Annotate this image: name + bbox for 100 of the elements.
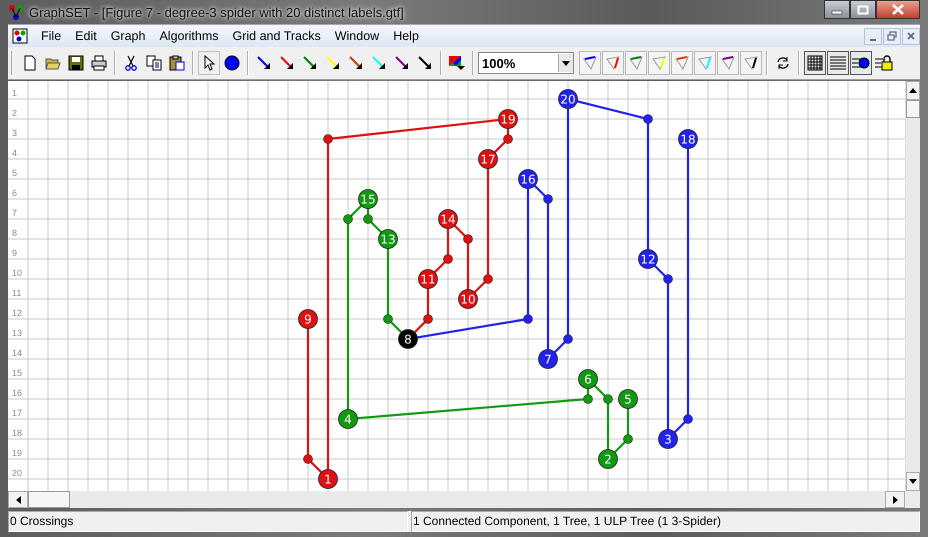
- close-icon: [891, 4, 905, 15]
- edge-segment[interactable]: [534, 184, 546, 197]
- maximize-icon: [857, 4, 869, 14]
- track-color-button[interactable]: [625, 51, 647, 75]
- row-number: 2: [12, 108, 18, 118]
- edge-segment[interactable]: [350, 204, 362, 217]
- menu-item[interactable]: Algorithms: [152, 29, 226, 43]
- close-icon: [906, 31, 916, 41]
- bend-point[interactable]: [563, 334, 573, 344]
- bend-point[interactable]: [363, 214, 373, 224]
- edge-segment[interactable]: [494, 141, 506, 154]
- tracks-toggle-button[interactable]: [827, 51, 849, 75]
- bend-point[interactable]: [483, 274, 493, 284]
- edge-segment[interactable]: [417, 318, 524, 339]
- bend-point[interactable]: [683, 414, 693, 424]
- menu-item[interactable]: Graph: [104, 29, 152, 43]
- document-icon: [12, 28, 28, 44]
- vertical-scrollbar[interactable]: [905, 81, 920, 491]
- edge-segment[interactable]: [434, 261, 446, 274]
- bend-point[interactable]: [583, 394, 593, 404]
- restore-button[interactable]: [883, 28, 901, 44]
- scroll-thumb[interactable]: [906, 100, 920, 118]
- edge-segment[interactable]: [390, 321, 402, 334]
- edge-segment[interactable]: [594, 384, 606, 397]
- graph-node[interactable]: 4: [338, 409, 358, 429]
- row-number: 4: [12, 148, 18, 158]
- graph-node[interactable]: 11: [418, 269, 438, 289]
- app-icon: [8, 4, 24, 20]
- row-number: 20: [12, 468, 22, 478]
- graph-node[interactable]: 7: [538, 349, 558, 369]
- node-on-track-button[interactable]: [850, 51, 872, 75]
- bend-point[interactable]: [303, 454, 313, 464]
- row-number: 11: [12, 288, 22, 298]
- track-color-button[interactable]: [602, 51, 624, 75]
- bend-point[interactable]: [663, 274, 673, 284]
- bend-point[interactable]: [523, 314, 533, 324]
- pointer-tool-button[interactable]: [198, 51, 220, 75]
- track-color-button[interactable]: [671, 51, 693, 75]
- track-color-button[interactable]: [740, 51, 762, 75]
- graph-node[interactable]: 17: [478, 149, 498, 169]
- graph-node[interactable]: 16: [518, 169, 538, 189]
- graph-node[interactable]: 2: [598, 449, 618, 469]
- bend-point[interactable]: [343, 214, 353, 224]
- graph-node[interactable]: 5: [618, 389, 638, 409]
- graph-node[interactable]: 15: [358, 189, 378, 209]
- edge-segment[interactable]: [614, 441, 626, 454]
- grid-icon: [807, 55, 823, 71]
- edge-segment[interactable]: [654, 264, 666, 277]
- graph-node[interactable]: 14: [438, 209, 458, 229]
- bend-point[interactable]: [623, 434, 633, 444]
- right-arrow-icon: [892, 496, 898, 504]
- bend-point[interactable]: [443, 254, 453, 264]
- zoom-dropdown[interactable]: 100%: [478, 52, 574, 74]
- track-color-button[interactable]: [717, 51, 739, 75]
- grid-toggle-button[interactable]: [804, 51, 826, 75]
- copy-icon: [146, 55, 162, 71]
- graph-node[interactable]: 13: [378, 229, 398, 249]
- row-number: 15: [12, 368, 22, 378]
- edge-segment[interactable]: [414, 321, 426, 334]
- bend-point[interactable]: [423, 314, 433, 324]
- row-number: 9: [12, 248, 18, 258]
- bend-point[interactable]: [323, 134, 333, 144]
- graph-node[interactable]: 3: [658, 429, 678, 449]
- bend-point[interactable]: [603, 394, 613, 404]
- bend-point[interactable]: [543, 194, 553, 204]
- track-color-button[interactable]: [648, 51, 670, 75]
- menu-item[interactable]: File: [34, 29, 68, 43]
- menu-item[interactable]: Help: [386, 29, 426, 43]
- close-button[interactable]: [876, 0, 920, 19]
- graph-node[interactable]: 10: [458, 289, 478, 309]
- graph-node[interactable]: 8: [398, 329, 418, 349]
- graph-canvas[interactable]: 1 2 3 4 5 6 7 8 9 10 11 12 13 14 15 16 17 18 19 20 1 2 3 4 5 6 7 8 9 10 11 12 13 14 15 16 17 18 19 20: [8, 81, 905, 491]
- graph-node[interactable]: 20: [558, 89, 578, 109]
- edge-segment[interactable]: [474, 281, 486, 294]
- track-color-button[interactable]: [579, 51, 601, 75]
- graph-node[interactable]: 12: [638, 249, 658, 269]
- edge-segment[interactable]: [576, 100, 644, 119]
- minimize-button[interactable]: [824, 0, 850, 19]
- graph-node[interactable]: 6: [578, 369, 598, 389]
- edge-segment[interactable]: [310, 461, 322, 474]
- bend-point[interactable]: [383, 314, 393, 324]
- bend-point[interactable]: [503, 134, 513, 144]
- graph-node[interactable]: 9: [298, 309, 318, 329]
- edge-segment[interactable]: [554, 341, 566, 354]
- bend-point[interactable]: [463, 234, 473, 244]
- menu-item[interactable]: Window: [328, 29, 386, 43]
- node-on-lines-icon: [852, 55, 870, 71]
- edge-segment[interactable]: [454, 224, 466, 237]
- graph-node[interactable]: 19: [498, 109, 518, 129]
- track-color-button[interactable]: [694, 51, 716, 75]
- edge-segment[interactable]: [370, 221, 382, 234]
- bend-point[interactable]: [643, 114, 653, 124]
- menu-item[interactable]: Grid and Tracks: [226, 29, 328, 43]
- maximize-button[interactable]: [850, 0, 876, 19]
- menu-item[interactable]: Edit: [68, 29, 104, 43]
- graph-node[interactable]: 1: [318, 469, 338, 489]
- graph-node[interactable]: 18: [678, 129, 698, 149]
- status-text: 1 Connected Component, 1 Tree, 1 ULP Tree (1 3-Spider): [411, 511, 920, 532]
- scroll-thumb[interactable]: [28, 491, 70, 508]
- edge-segment[interactable]: [674, 421, 686, 434]
